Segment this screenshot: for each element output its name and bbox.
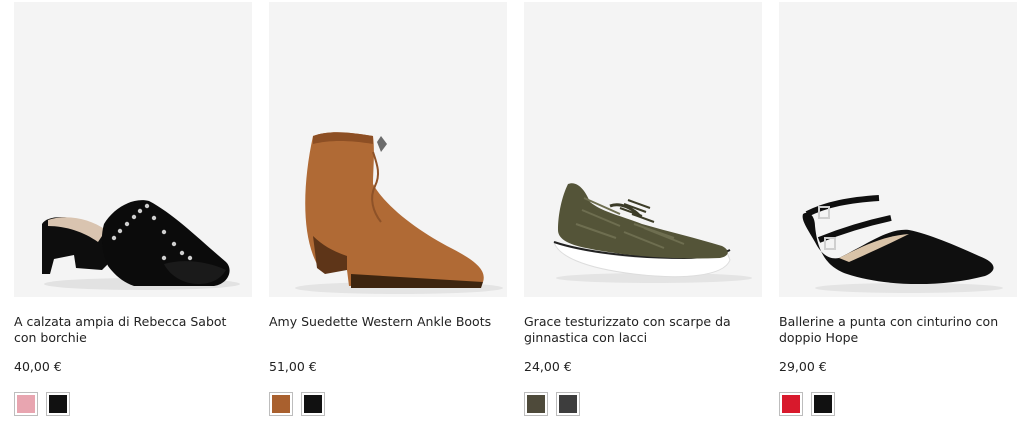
color-swatch[interactable] [556, 392, 580, 416]
color-swatches [524, 392, 644, 416]
product-image-link[interactable] [269, 2, 507, 297]
product-title[interactable]: A calzata ampia di Rebecca Sabot con bor… [14, 314, 252, 346]
color-swatch[interactable] [779, 392, 803, 416]
product-card: Amy Suedette Western Ankle Boots 51,00 € [269, 2, 507, 424]
color-swatch[interactable] [811, 392, 835, 416]
western-ankle-boot-image [295, 132, 503, 294]
color-swatches [779, 392, 899, 416]
product-title[interactable]: Ballerine a punta con cinturino con dopp… [779, 314, 1017, 346]
swatch-fill [527, 395, 545, 413]
color-swatches [14, 392, 134, 416]
product-image-link[interactable] [779, 2, 1017, 297]
color-swatch[interactable] [14, 392, 38, 416]
color-swatch[interactable] [269, 392, 293, 416]
swatch-fill [814, 395, 832, 413]
swatch-fill [304, 395, 322, 413]
color-swatch[interactable] [301, 392, 325, 416]
color-swatches [269, 392, 389, 416]
studded-mule-image [42, 200, 240, 290]
product-price: 24,00 € [524, 359, 572, 374]
product-title[interactable]: Grace testurizzato con scarpe da ginnast… [524, 314, 762, 346]
pointed-flat-image [802, 195, 1003, 293]
product-image-link[interactable] [14, 2, 252, 297]
product-price: 51,00 € [269, 359, 317, 374]
product-image-link[interactable] [524, 2, 762, 297]
swatch-fill [17, 395, 35, 413]
product-price: 40,00 € [14, 359, 62, 374]
swatch-fill [559, 395, 577, 413]
product-card: Ballerine a punta con cinturino con dopp… [779, 2, 1017, 424]
product-price: 29,00 € [779, 359, 827, 374]
swatch-fill [49, 395, 67, 413]
product-card: Grace testurizzato con scarpe da ginnast… [524, 2, 762, 424]
textured-trainer-image [553, 183, 752, 283]
product-card: A calzata ampia di Rebecca Sabot con bor… [14, 2, 252, 424]
swatch-fill [782, 395, 800, 413]
swatch-fill [272, 395, 290, 413]
color-swatch[interactable] [524, 392, 548, 416]
product-title[interactable]: Amy Suedette Western Ankle Boots [269, 314, 507, 330]
color-swatch[interactable] [46, 392, 70, 416]
product-grid: A calzata ampia di Rebecca Sabot con bor… [14, 2, 1018, 424]
